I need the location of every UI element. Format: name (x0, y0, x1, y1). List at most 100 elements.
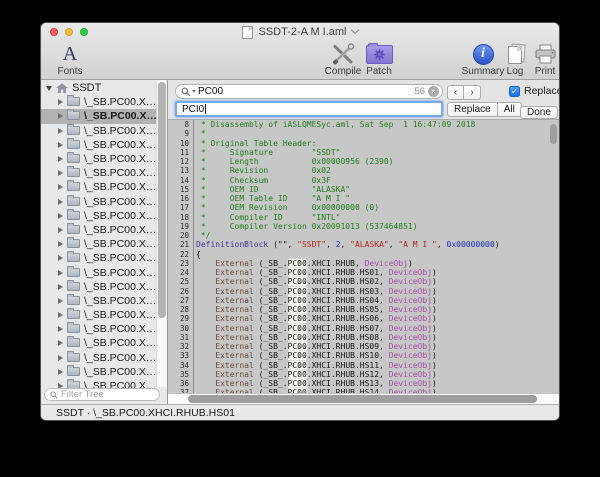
disclosure-closed-icon[interactable] (58, 340, 63, 346)
sidebar-scrollbar-thumb[interactable] (158, 82, 166, 318)
tree-item[interactable]: \_SB.PC00.X… (41, 95, 156, 109)
disclosure-closed-icon[interactable] (58, 227, 63, 233)
disclosure-closed-icon[interactable] (58, 99, 63, 105)
toolbar-item-fonts[interactable]: A Fonts (43, 42, 97, 77)
clear-search-icon[interactable]: × (428, 86, 439, 97)
disclosure-closed-icon[interactable] (58, 241, 63, 247)
tree-item[interactable]: \_SB.PC00.X… (41, 294, 156, 308)
disclosure-closed-icon[interactable] (58, 142, 63, 148)
disclosure-closed-icon[interactable] (58, 326, 63, 332)
navigation-path[interactable]: SSDT · \_SB.PC00.XHCI.RHUB.HS01 (56, 407, 235, 419)
folder-icon (67, 239, 80, 248)
sidebar-tree: SSDT \_SB.PC00.X…\_SB.PC00.X…\_SB.PC00.X… (41, 80, 156, 388)
toolbar-item-print[interactable]: Print (528, 42, 560, 77)
folder-icon (67, 282, 80, 291)
main-split: SSDT \_SB.PC00.X…\_SB.PC00.X…\_SB.PC00.X… (41, 80, 559, 404)
tree-item[interactable]: \_SB.PC00.X… (41, 351, 156, 365)
disclosure-closed-icon[interactable] (58, 355, 63, 361)
search-input[interactable]: PC00 56 × (175, 84, 443, 99)
document-proxy-icon[interactable] (242, 26, 253, 39)
search-options-caret-icon[interactable] (192, 90, 196, 93)
filter-tree-input[interactable]: Filter Tree (44, 388, 160, 401)
tree-item[interactable]: \_SB.PC00.X… (41, 365, 156, 379)
tree-item-label: \_SB.PC00.X… (84, 224, 156, 236)
disclosure-closed-icon[interactable] (58, 113, 63, 119)
tree-item[interactable]: \_SB.PC00.X… (41, 336, 156, 350)
tree-item[interactable]: \_SB.PC00.X… (41, 209, 156, 223)
disclosure-closed-icon[interactable] (58, 128, 63, 134)
tree-item[interactable]: \_SB.PC00.X… (41, 265, 156, 279)
window-title: SSDT-2-A M I.aml (258, 26, 346, 38)
folder-icon (67, 367, 80, 376)
search-icon[interactable] (181, 87, 196, 97)
disclosure-closed-icon[interactable] (58, 156, 63, 162)
tree-item-label: \_SB.PC00.X… (84, 181, 156, 193)
patch-label: Patch (355, 66, 403, 77)
replace-input[interactable]: PCI0 (175, 101, 443, 117)
code-editor[interactable]: 8 * Disassembly of iASLQMESyc.aml, Sat S… (168, 120, 559, 404)
editor-hscrollbar-thumb[interactable] (188, 395, 537, 403)
disclosure-closed-icon[interactable] (58, 312, 63, 318)
titlebar[interactable]: SSDT-2-A M I.aml (41, 23, 559, 41)
tree-item[interactable]: \_SB.PC00.X… (41, 195, 156, 209)
tree-item[interactable]: \_SB.PC00.X… (41, 166, 156, 180)
code-line: 31 External (_SB_.PC00.XHCI.RHUB.HS08, D… (168, 333, 559, 342)
next-match-button[interactable]: › (464, 85, 481, 100)
tree-item[interactable]: \_SB.PC00.X… (41, 223, 156, 237)
tree-item-label: \_SB.PC00.X… (84, 323, 156, 335)
minimize-button[interactable] (65, 28, 73, 36)
tree-item-label: \_SB.PC00.X… (84, 167, 156, 179)
code-line: 30 External (_SB_.PC00.XHCI.RHUB.HS07, D… (168, 324, 559, 333)
folder-icon (67, 268, 80, 277)
folder-icon (67, 168, 80, 177)
zoom-button[interactable] (80, 28, 88, 36)
info-icon: i (473, 44, 494, 65)
tree-item[interactable]: \_SB.PC00.X… (41, 308, 156, 322)
line-number: 35 (168, 370, 193, 379)
disclosure-closed-icon[interactable] (58, 170, 63, 176)
sidebar: SSDT \_SB.PC00.X…\_SB.PC00.X…\_SB.PC00.X… (41, 80, 168, 404)
disclosure-closed-icon[interactable] (58, 255, 63, 261)
tree-item[interactable]: \_SB.PC00.X… (41, 124, 156, 138)
line-number: 23 (168, 259, 193, 268)
editor-hscrollbar[interactable] (168, 393, 559, 404)
disclosure-closed-icon[interactable] (58, 270, 63, 276)
chevron-down-icon[interactable] (350, 26, 358, 34)
editor-vscrollbar-thumb[interactable] (550, 124, 557, 144)
line-number: 16 (168, 194, 193, 203)
tree-item[interactable]: \_SB.PC00.X… (41, 109, 156, 123)
tree-item[interactable]: \_SB.PC00.X… (41, 180, 156, 194)
tree-root-ssdt[interactable]: SSDT (41, 81, 156, 95)
tree-item[interactable]: \_SB.PC00.X… (41, 152, 156, 166)
gear-icon (374, 49, 385, 60)
tree-item[interactable]: \_SB.PC00.X… (41, 237, 156, 251)
tree-item[interactable]: \_SB.PC00.X… (41, 138, 156, 152)
disclosure-closed-icon[interactable] (58, 298, 63, 304)
replace-button[interactable]: Replace (447, 102, 498, 117)
disclosure-closed-icon[interactable] (58, 213, 63, 219)
disclosure-closed-icon[interactable] (58, 284, 63, 290)
replace-checkbox[interactable]: ✓ (509, 86, 520, 97)
disclosure-closed-icon[interactable] (58, 369, 63, 375)
disclosure-closed-icon[interactable] (58, 184, 63, 190)
sidebar-scrollbar[interactable] (156, 80, 167, 387)
disclosure-open-icon[interactable] (46, 86, 52, 91)
previous-match-button[interactable]: ‹ (447, 85, 464, 100)
tree-item[interactable]: \_SB.PC00.X… (41, 251, 156, 265)
close-button[interactable] (50, 28, 58, 36)
code-line: 23 External (_SB_.PC00.XHCI.RHUB, Device… (168, 259, 559, 268)
tree-item-label: \_SB.PC00.X… (84, 139, 156, 151)
match-count: 56 (414, 86, 425, 97)
folder-icon (67, 126, 80, 135)
maciasl-window: SSDT-2-A M I.aml A Fonts (40, 22, 560, 421)
tree-item-label: \_SB.PC00.X… (84, 125, 156, 137)
tree-item[interactable]: \_SB.PC00.X… (41, 322, 156, 336)
tree-item[interactable]: \_SB.PC00.X… (41, 280, 156, 294)
line-number: 9 (168, 129, 193, 138)
disclosure-closed-icon[interactable] (58, 199, 63, 205)
toolbar-item-patch[interactable]: Patch (355, 42, 403, 77)
done-button[interactable]: Done (520, 106, 558, 119)
tree-item-label: \_SB.PC00.X… (84, 281, 156, 293)
replace-all-button[interactable]: All (498, 102, 522, 117)
line-number: 26 (168, 287, 193, 296)
